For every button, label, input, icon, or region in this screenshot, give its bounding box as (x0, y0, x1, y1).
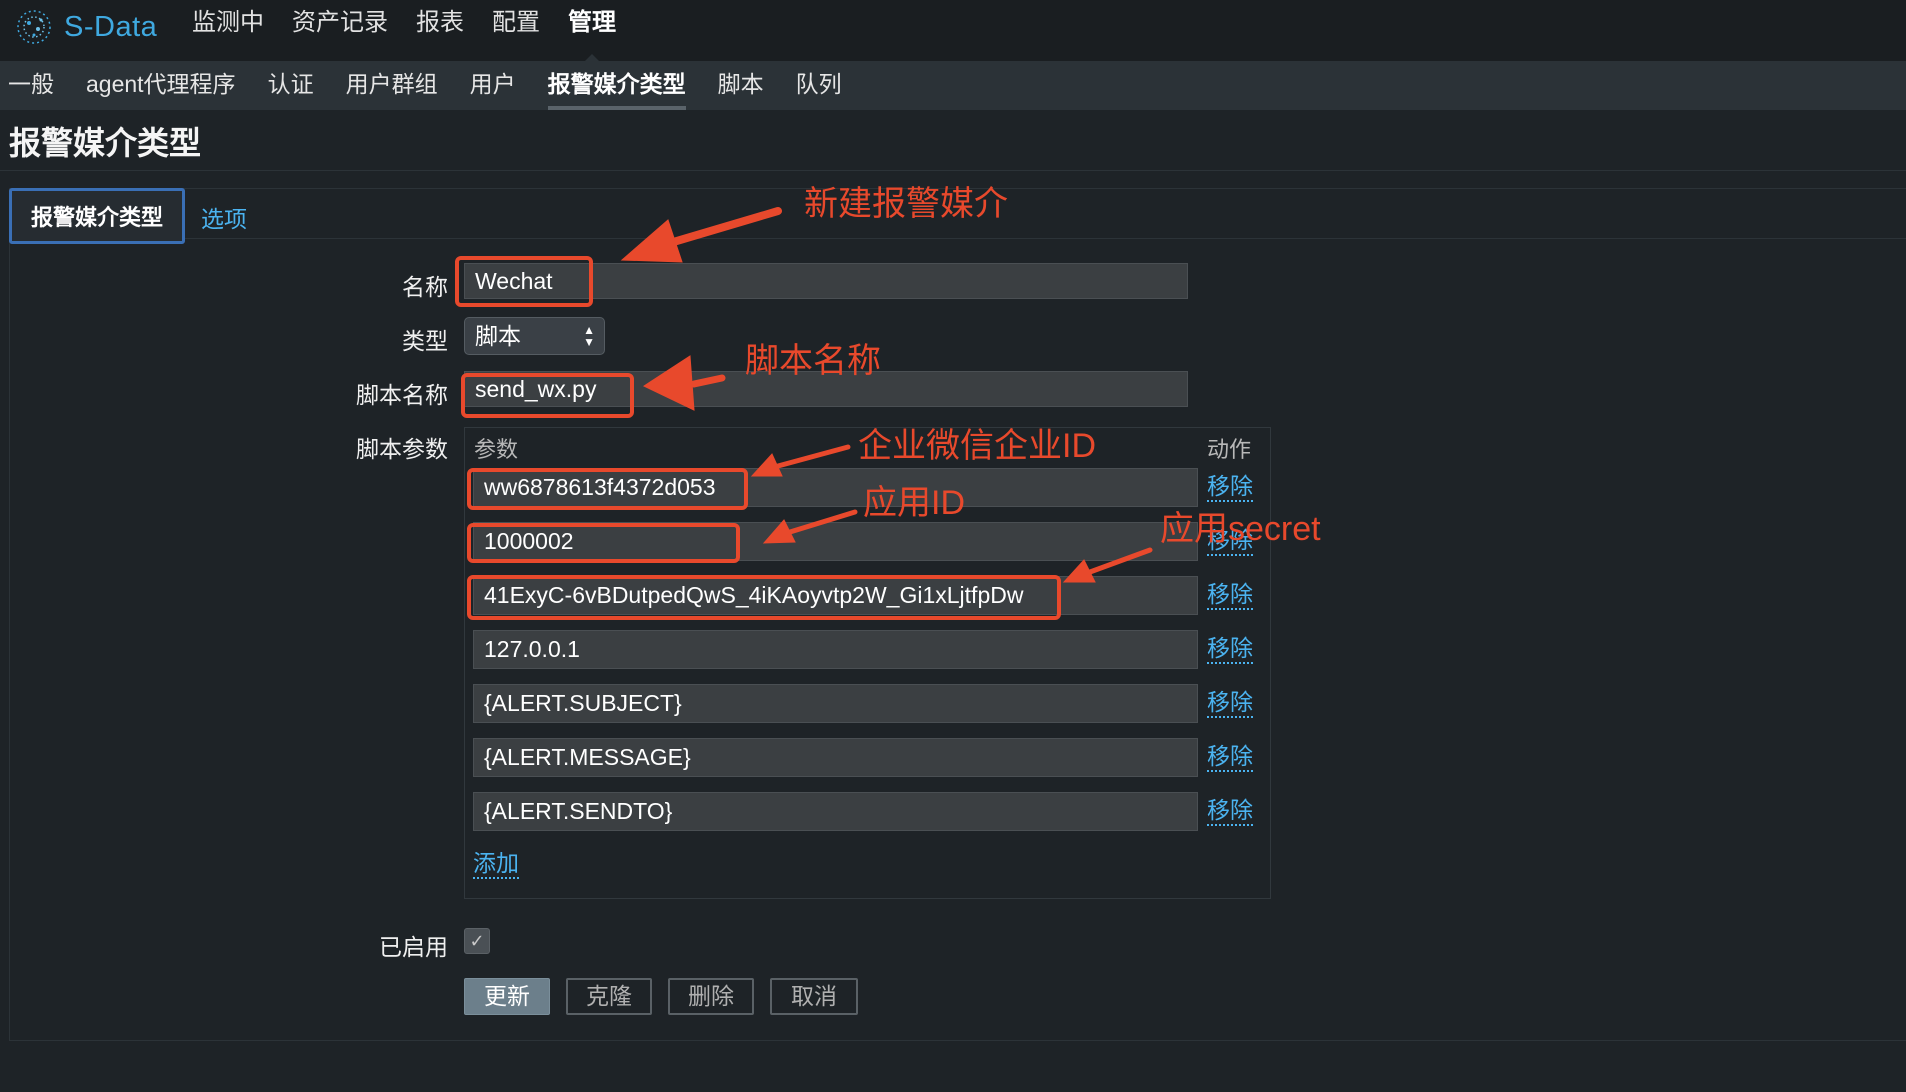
arrow-script-name (690, 374, 726, 388)
arrow-secret (1087, 547, 1153, 575)
arrow-head-corp-id (750, 453, 783, 477)
arrow-new-media (666, 207, 782, 247)
arrow-head-script-name (642, 355, 695, 411)
arrow-app-id (787, 509, 858, 535)
arrow-corp-id (775, 444, 851, 469)
annotation-arrows (620, 207, 1153, 583)
arrow-head-new-media (620, 219, 683, 263)
